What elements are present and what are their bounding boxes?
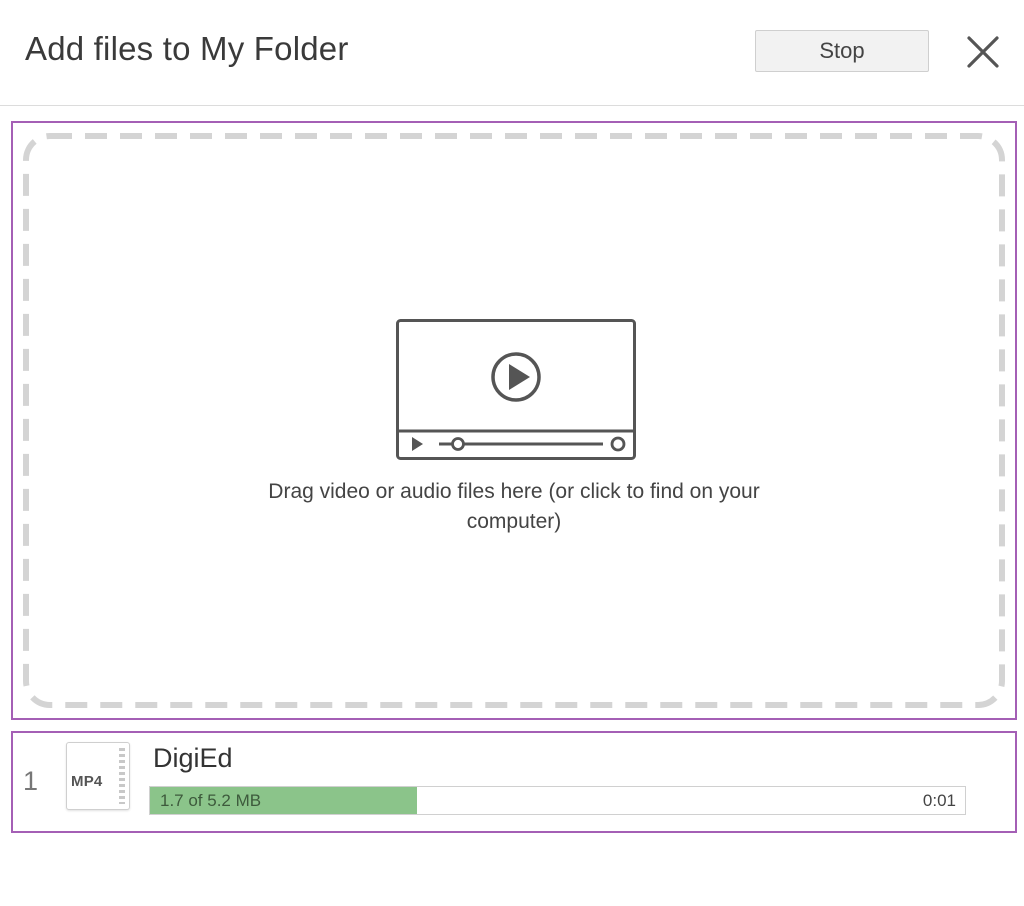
upload-row: 1 MP4 DigiEd 1.7 of 5.2 MB 0:01 bbox=[11, 731, 1017, 833]
upload-elapsed-time: 0:01 bbox=[922, 791, 956, 810]
film-strip-icon bbox=[119, 748, 125, 804]
file-name: DigiEd bbox=[153, 743, 233, 773]
dialog-title: Add files to My Folder bbox=[25, 30, 349, 67]
stop-button[interactable]: Stop bbox=[755, 30, 929, 72]
upload-progress-text: 1.7 of 5.2 MB bbox=[160, 791, 262, 810]
video-player-icon bbox=[396, 319, 636, 460]
close-icon[interactable] bbox=[962, 31, 1004, 73]
file-drop-zone[interactable]: Drag video or audio files here (or click… bbox=[11, 121, 1017, 720]
file-type-label: MP4 bbox=[71, 773, 103, 790]
drop-zone-instructions: Drag video or audio files here (or click… bbox=[268, 480, 760, 533]
video-file-icon: MP4 bbox=[66, 742, 130, 810]
row-index: 1 bbox=[23, 766, 39, 796]
upload-progress-bar: 1.7 of 5.2 MB 0:01 bbox=[149, 786, 966, 815]
dialog-header: Add files to My Folder Stop bbox=[0, 0, 1024, 106]
